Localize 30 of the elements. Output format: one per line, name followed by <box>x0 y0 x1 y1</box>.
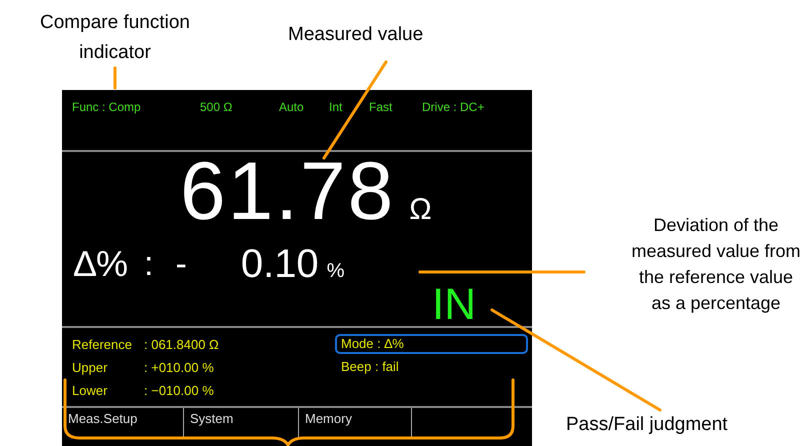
annotation-label: Compare function indicator <box>39 11 191 65</box>
status-text: Func : Comp <box>72 99 142 116</box>
status-text: Int <box>329 99 344 116</box>
softkey[interactable]: Meas.Setup <box>62 408 184 438</box>
status-text: Drive : DC+ <box>422 99 484 116</box>
sign-label: - <box>176 244 187 284</box>
colon-label: : <box>144 244 154 284</box>
deviation-value: 0.10 <box>240 244 319 284</box>
option-item[interactable]: Mode : ∆% <box>335 334 528 354</box>
softkey[interactable]: Memory <box>299 408 412 438</box>
deviation-label: ∆% <box>74 244 128 284</box>
leader-line <box>114 66 116 90</box>
annotation-label: Deviation of the measured value from the reference value as a percentage <box>630 214 802 315</box>
softkey[interactable]: System <box>184 408 299 438</box>
measured-value: 61.78 <box>180 152 396 232</box>
setting-label: Upper <box>72 359 108 378</box>
setting-value: : −010.00 % <box>144 382 214 400</box>
option-item[interactable]: Beep : fail <box>335 357 528 377</box>
status-text: Auto <box>279 99 305 116</box>
setting-label: Lower <box>72 382 108 400</box>
status-text: 500 Ω <box>200 99 234 116</box>
setting-label: Reference <box>72 336 133 354</box>
unit-label: % <box>326 259 344 284</box>
setting-value: : 061.8400 Ω <box>144 336 219 354</box>
annotation-label: Measured value <box>288 23 424 47</box>
status-text: Fast <box>369 99 394 116</box>
setting-value: : +010.00 % <box>144 359 214 378</box>
annotation-label: Pass/Fail judgment <box>566 413 728 437</box>
judgment-indicator: IN <box>432 285 476 325</box>
unit-label: Ω <box>409 192 432 228</box>
